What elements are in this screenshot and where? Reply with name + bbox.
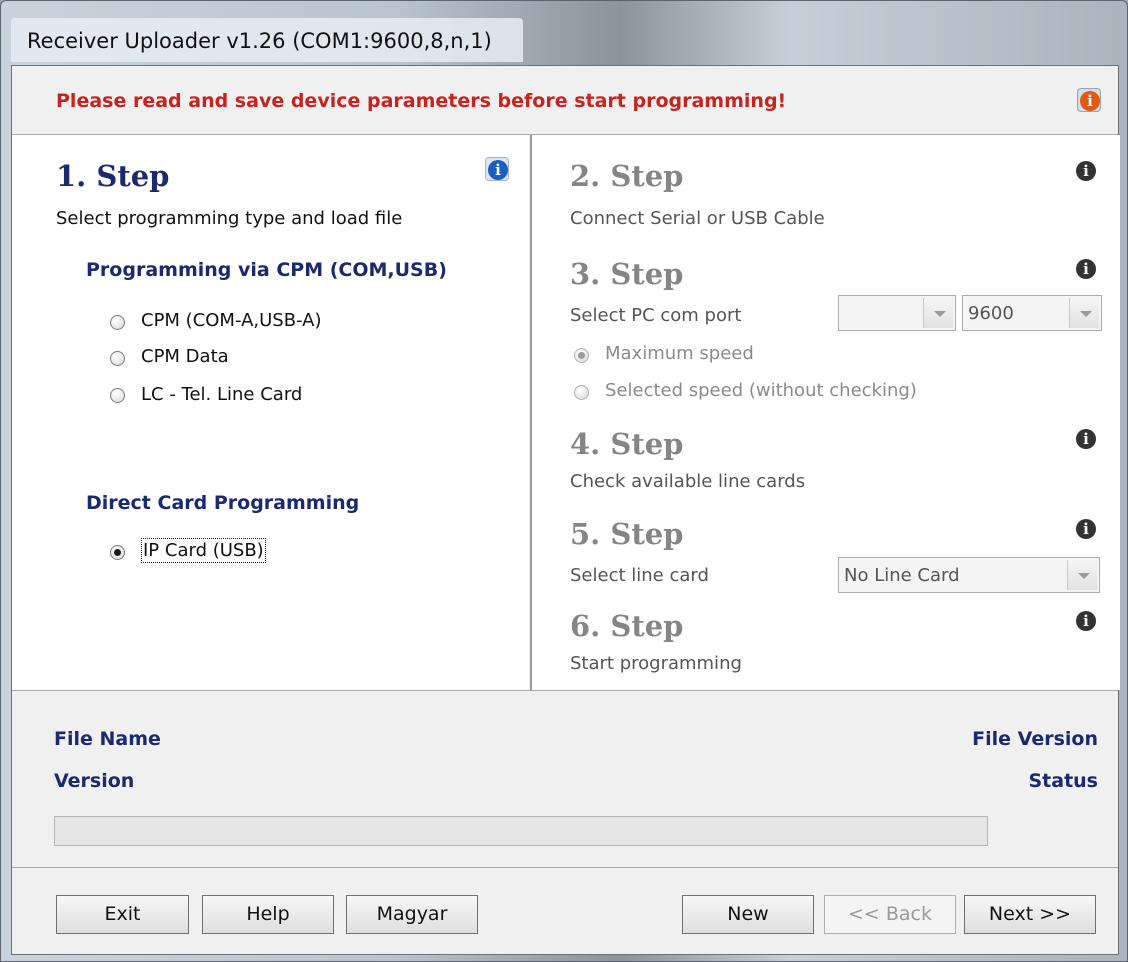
cpm-heading: Programming via CPM (COM,USB): [86, 259, 447, 281]
chevron-down-icon[interactable]: [923, 298, 953, 328]
radio-ip-card-label[interactable]: IP Card (USB): [141, 538, 266, 563]
line-card-select[interactable]: No Line Card: [838, 557, 1100, 593]
step1-title: 1. Step: [56, 159, 170, 193]
client-area: Please read and save device parameters b…: [11, 65, 1120, 955]
step4-title: 4. Step: [570, 427, 684, 461]
radio-lc-line-card[interactable]: [110, 388, 125, 403]
step1-desc: Select programming type and load file: [56, 208, 403, 229]
exit-button[interactable]: Exit: [56, 895, 189, 934]
step1-panel: 1. Step i Select programming type and lo…: [12, 135, 529, 690]
warning-text: Please read and save device parameters b…: [56, 90, 787, 112]
steps-panel: 2. Step i Connect Serial or USB Cable 3.…: [530, 135, 1120, 690]
back-button[interactable]: << Back: [824, 895, 956, 934]
step2-desc: Connect Serial or USB Cable: [570, 208, 825, 229]
help-button[interactable]: Help: [202, 895, 334, 934]
warning-info-icon[interactable]: i: [1077, 88, 1101, 112]
file-version-label: File Version: [972, 728, 1098, 750]
progress-bar: [54, 816, 988, 846]
radio-selected-speed[interactable]: [574, 385, 589, 400]
step4-info-icon[interactable]: i: [1074, 427, 1098, 451]
step5-info-icon[interactable]: i: [1074, 517, 1098, 541]
direct-heading: Direct Card Programming: [86, 492, 360, 514]
radio-max-speed-label[interactable]: Maximum speed: [605, 343, 754, 364]
new-button[interactable]: New: [682, 895, 814, 934]
radio-max-speed[interactable]: [574, 348, 589, 363]
step3-title: 3. Step: [570, 257, 684, 291]
radio-cpm-com-label[interactable]: CPM (COM-A,USB-A): [141, 310, 321, 331]
step5-desc: Select line card: [570, 565, 709, 586]
version-label: Version: [54, 770, 135, 792]
line-card-value: No Line Card: [844, 565, 960, 586]
speed-select[interactable]: 9600: [962, 295, 1102, 331]
step2-info-icon[interactable]: i: [1074, 159, 1098, 183]
step4-desc: Check available line cards: [570, 471, 806, 492]
button-divider: [12, 867, 1118, 868]
step2-title: 2. Step: [570, 159, 684, 193]
com-port-select[interactable]: [838, 295, 956, 331]
warning-bar: Please read and save device parameters b…: [12, 66, 1118, 135]
step3-info-icon[interactable]: i: [1074, 257, 1098, 281]
step6-title: 6. Step: [570, 609, 684, 643]
radio-cpm-data-label[interactable]: CPM Data: [141, 346, 229, 367]
window-title: Receiver Uploader v1.26 (COM1:9600,8,n,1…: [27, 29, 492, 53]
status-label: Status: [1028, 770, 1098, 792]
title-bar[interactable]: Receiver Uploader v1.26 (COM1:9600,8,n,1…: [1, 1, 1127, 63]
step3-desc: Select PC com port: [570, 305, 742, 326]
step1-info-icon[interactable]: i: [485, 157, 509, 181]
radio-selected-speed-label[interactable]: Selected speed (without checking): [605, 380, 917, 401]
step6-desc: Start programming: [570, 653, 742, 674]
file-name-label: File Name: [54, 728, 161, 750]
language-button[interactable]: Magyar: [346, 895, 478, 934]
radio-cpm-data[interactable]: [110, 351, 125, 366]
step6-info-icon[interactable]: i: [1074, 609, 1098, 633]
panel-divider: [12, 690, 1118, 691]
radio-lc-line-card-label[interactable]: LC - Tel. Line Card: [141, 384, 302, 405]
next-button[interactable]: Next >>: [964, 895, 1096, 934]
speed-value: 9600: [968, 303, 1014, 324]
chevron-down-icon[interactable]: [1069, 298, 1099, 328]
step5-title: 5. Step: [570, 517, 684, 551]
app-window: Receiver Uploader v1.26 (COM1:9600,8,n,1…: [0, 0, 1128, 962]
radio-cpm-com[interactable]: [110, 315, 125, 330]
radio-ip-card[interactable]: [110, 545, 125, 560]
chevron-down-icon[interactable]: [1067, 560, 1097, 590]
